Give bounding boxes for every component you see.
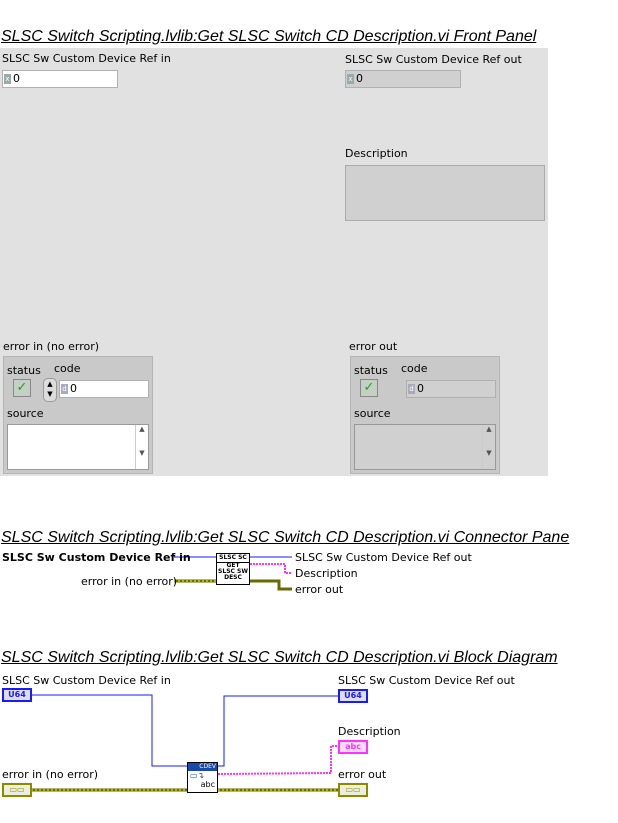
- error-out-cluster: status code ✓ d0 source ▲ ▼: [350, 356, 500, 474]
- code-label: code: [401, 362, 428, 375]
- vi-icon-text: GET SLSC SW DESC: [218, 562, 248, 581]
- cp-input-error-in: error in (no error): [81, 575, 178, 588]
- ref-out-label: SLSC Sw Custom Device Ref out: [345, 53, 522, 66]
- description-terminal[interactable]: abc: [338, 740, 368, 754]
- cp-output-error-out: error out: [295, 583, 344, 596]
- error-in-label: error in (no error): [3, 340, 100, 353]
- ref-out-terminal[interactable]: U64: [338, 689, 368, 703]
- tree-arrow-icon: ▭↴: [190, 771, 205, 780]
- description-label: Description: [345, 147, 408, 160]
- increment-decrement-icon[interactable]: ▲ ▼: [43, 378, 57, 402]
- bd-error-in-label: error in (no error): [2, 768, 99, 781]
- ref-in-label: SLSC Sw Custom Device Ref in: [2, 52, 171, 65]
- cp-input-ref-in: SLSC Sw Custom Device Ref in: [2, 551, 191, 564]
- bd-description-label: Description: [338, 725, 401, 738]
- source-label: source: [354, 407, 391, 420]
- block-diagram-title: SLSC Switch Scripting.lvlib:Get SLSC Swi…: [1, 649, 558, 666]
- cp-output-description: Description: [295, 567, 358, 580]
- bd-ref-out-label: SLSC Sw Custom Device Ref out: [338, 674, 515, 687]
- radix-icon: d: [408, 384, 415, 394]
- ref-in-terminal[interactable]: U64: [2, 688, 32, 702]
- code-label: code: [54, 362, 81, 375]
- source-label: source: [7, 407, 44, 420]
- error-out-terminal[interactable]: ▭▭: [338, 783, 368, 797]
- radix-icon: x: [4, 74, 11, 84]
- vi-icon: SLSC SC GET SLSC SW DESC: [216, 553, 250, 585]
- radix-icon: x: [347, 74, 354, 84]
- error-in-cluster: status code ✓ ▲ ▼ d0 source ▲ ▼: [3, 356, 153, 474]
- source-control[interactable]: ▲ ▼: [7, 424, 149, 470]
- node-banner: CDEV: [188, 763, 217, 771]
- status-checkbox[interactable]: ✓: [13, 379, 31, 397]
- description-indicator: [345, 165, 545, 221]
- radix-icon: d: [61, 384, 68, 394]
- scrollbar[interactable]: ▲ ▼: [135, 425, 148, 469]
- block-diagram-wires: [31, 694, 338, 792]
- node-string-label: abc: [200, 780, 215, 789]
- bd-error-out-label: error out: [338, 768, 387, 781]
- error-out-label: error out: [349, 340, 398, 353]
- source-indicator: ▲ ▼: [354, 424, 496, 470]
- error-in-terminal[interactable]: ▭▭: [2, 783, 32, 797]
- ref-in-control[interactable]: x0: [2, 70, 118, 88]
- status-label: status: [354, 364, 388, 377]
- bd-ref-in-label: SLSC Sw Custom Device Ref in: [2, 674, 171, 687]
- ref-out-indicator: x0: [345, 70, 461, 88]
- code-control[interactable]: d0: [59, 380, 149, 398]
- get-description-subvi-node[interactable]: CDEV ▭↴ abc: [187, 762, 218, 793]
- status-led: ✓: [360, 379, 378, 397]
- status-label: status: [7, 364, 41, 377]
- front-panel-title: SLSC Switch Scripting.lvlib:Get SLSC Swi…: [1, 28, 537, 45]
- cp-output-ref-out: SLSC Sw Custom Device Ref out: [295, 551, 472, 564]
- scrollbar[interactable]: ▲ ▼: [482, 425, 495, 469]
- code-indicator: d0: [406, 380, 496, 398]
